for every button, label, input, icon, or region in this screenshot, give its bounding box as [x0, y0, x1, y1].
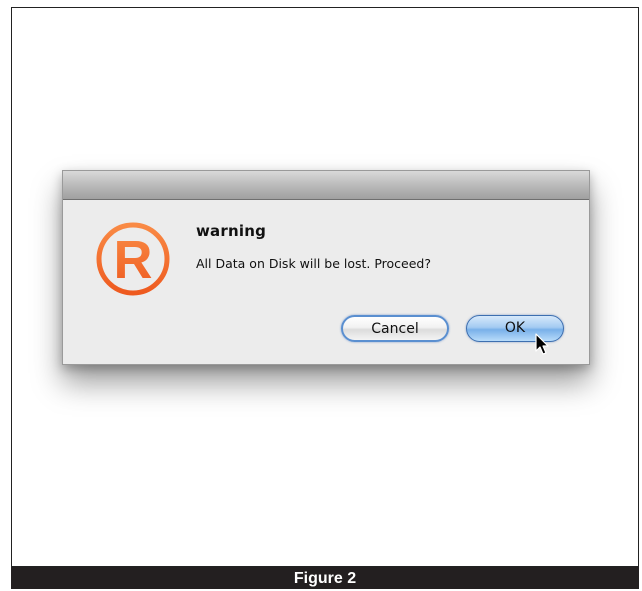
- dialog-title: warning: [196, 222, 267, 240]
- mouse-pointer-icon: [535, 333, 549, 355]
- dialog-message: All Data on Disk will be lost. Proceed?: [196, 256, 432, 271]
- warning-dialog: R warning All Data on Disk will be lost.…: [62, 170, 590, 365]
- dialog-title-bar[interactable]: [63, 171, 589, 200]
- cancel-button[interactable]: Cancel: [341, 315, 449, 342]
- svg-text:R: R: [114, 230, 153, 290]
- registered-trademark-icon: R: [96, 222, 170, 296]
- figure-caption: Figure 2: [11, 567, 639, 589]
